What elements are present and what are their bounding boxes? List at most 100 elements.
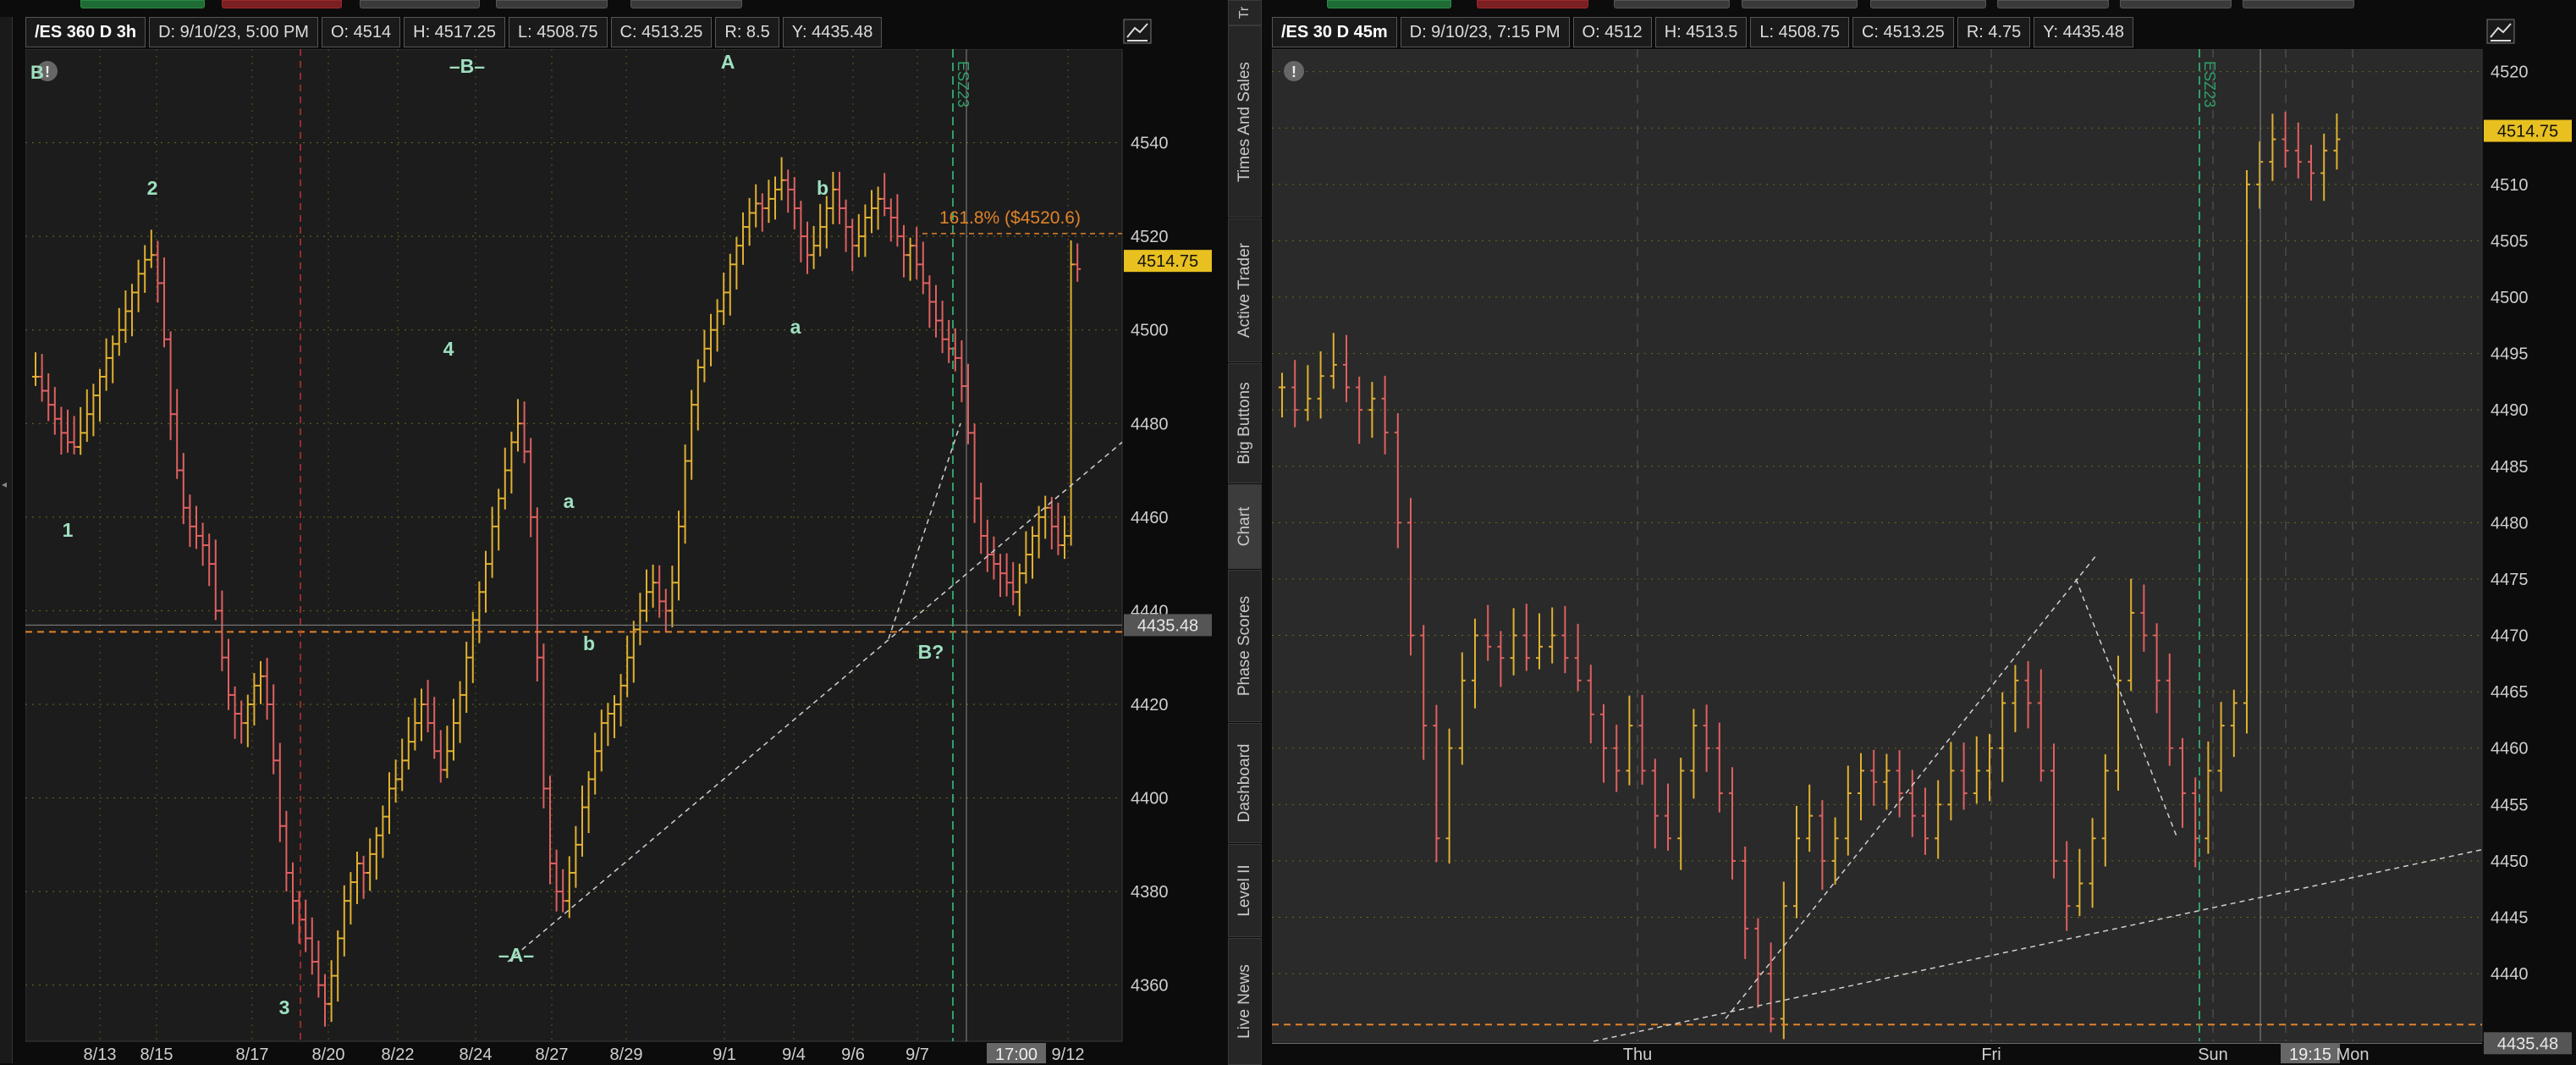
- y-tick-label: 4500: [2491, 289, 2529, 307]
- open-readout: O: 4514: [321, 17, 401, 47]
- toolbar-button[interactable]: [1870, 0, 1986, 8]
- x-tick-label: Mon: [2337, 1046, 2370, 1063]
- tab-label: Dashboard: [1236, 743, 1253, 823]
- toolbar-button[interactable]: [360, 0, 480, 8]
- tab-dashboard[interactable]: Dashboard: [1228, 723, 1262, 843]
- y-tick-label: 4495: [2491, 345, 2529, 364]
- x-tick-label: 9/7: [905, 1046, 929, 1063]
- tab-label: Active Trader: [1236, 243, 1253, 338]
- x-tick-label: 8/20: [312, 1046, 345, 1063]
- tab-live-news[interactable]: Live News: [1228, 938, 1262, 1065]
- x-tick-label: 9/12: [1052, 1046, 1085, 1063]
- x-tick-label: 8/24: [460, 1046, 493, 1063]
- plot-area: [1272, 49, 2483, 1042]
- tab-label: Chart: [1236, 506, 1253, 547]
- y-tick-label: 4520: [2491, 63, 2529, 82]
- wave-label: b: [583, 632, 595, 654]
- y-tick-label: 4460: [1131, 509, 1169, 527]
- sell-button[interactable]: [222, 0, 342, 8]
- sell-button[interactable]: [1477, 0, 1588, 8]
- y-tick-label: 4520: [1131, 228, 1169, 246]
- toolbar-button[interactable]: [1614, 0, 1730, 8]
- buy-button[interactable]: [80, 0, 205, 8]
- y-tick-label: 4480: [1131, 415, 1169, 433]
- wave-label: 4: [443, 338, 454, 360]
- drawing-tools-icon[interactable]: [2486, 19, 2515, 44]
- workspace: ◂ Tr Times And Sales Active Trader Big B…: [0, 0, 2576, 1065]
- wave-label: 2: [147, 177, 158, 199]
- toolbar-button[interactable]: [1997, 0, 2109, 8]
- tab-big-buttons[interactable]: Big Buttons: [1228, 363, 1262, 483]
- y-tick-label: 4490: [2491, 401, 2529, 420]
- tab-label: Live News: [1236, 964, 1253, 1039]
- drawing-tools-icon[interactable]: [1123, 19, 1152, 44]
- tab-times-and-sales[interactable]: Times And Sales: [1228, 25, 1262, 218]
- y-tick-label: 4505: [2491, 232, 2529, 251]
- symbol-selector[interactable]: /ES 30 D 45m: [1272, 17, 1397, 47]
- buy-button[interactable]: [1327, 0, 1451, 8]
- tab-label: Big Buttons: [1236, 382, 1253, 465]
- contract-label: ESZ23: [2201, 61, 2218, 108]
- x-tick-label: 9/4: [782, 1046, 806, 1063]
- tab-chart[interactable]: Chart: [1228, 484, 1262, 569]
- left-price-chart[interactable]: ESZ23! 161.8% ($4520.6) B 1 2 3 4 a b –A– –B– Ab a B?…: [25, 49, 1219, 1063]
- last-price-label: 4514.75: [1137, 252, 1198, 271]
- tab-phase-scores[interactable]: Phase Scores: [1228, 570, 1262, 722]
- low-readout: L: 4508.75: [1750, 17, 1849, 47]
- alert-glyph: !: [45, 63, 50, 80]
- close-readout: C: 4513.25: [610, 17, 713, 47]
- right-price-chart[interactable]: ESZ23! 4440 4445 4450 4455 4460 4465 4470 4475 4…: [1272, 49, 2576, 1063]
- alert-icon[interactable]: !: [1284, 61, 1304, 81]
- x-tick-label: 17:00: [995, 1046, 1038, 1063]
- tab-trade[interactable]: Tr: [1228, 0, 1262, 25]
- low-readout: L: 4508.75: [508, 17, 608, 47]
- y-tick-label: 4460: [2491, 740, 2529, 759]
- wave-label: B?: [918, 641, 944, 663]
- left-panel-collapse[interactable]: ◂: [0, 17, 13, 1063]
- y-tick-label: 4450: [2491, 853, 2529, 871]
- wave-label: a: [790, 316, 801, 338]
- fib-level-label: 161.8% ($4520.6): [939, 208, 1081, 228]
- toolbar-button[interactable]: [2120, 0, 2232, 8]
- tab-level-ii[interactable]: Level II: [1228, 844, 1262, 937]
- symbol-selector[interactable]: /ES 360 D 3h: [25, 17, 146, 47]
- x-tick-label: Sun: [2198, 1046, 2228, 1063]
- last-price-label: 4514.75: [2497, 123, 2558, 141]
- toolbar-button[interactable]: [1742, 0, 1858, 8]
- range-readout: R: 4.75: [1957, 17, 2031, 47]
- y-tick-label: 4510: [2491, 176, 2529, 195]
- y-readout: Y: 4435.48: [2034, 17, 2133, 47]
- y-tick-label: 4475: [2491, 571, 2529, 589]
- y-tick-label: 4445: [2491, 909, 2529, 928]
- wave-label: –A–: [498, 944, 534, 966]
- right-chart-header: /ES 30 D 45m D: 9/10/23, 7:15 PM O: 4512…: [1272, 15, 2137, 49]
- x-tick-label: 8/27: [536, 1046, 569, 1063]
- tab-active-trader[interactable]: Active Trader: [1228, 218, 1262, 362]
- y-readout: Y: 4435.48: [782, 17, 883, 47]
- toolbar-button[interactable]: [496, 0, 608, 8]
- y-tick-label: 4465: [2491, 683, 2529, 702]
- wave-label: a: [564, 490, 575, 512]
- wave-mark: B: [30, 62, 44, 83]
- y-tick-label: 4380: [1131, 883, 1169, 902]
- x-tick-label: 9/1: [713, 1046, 736, 1063]
- y-tick-label: 4400: [1131, 790, 1169, 808]
- open-readout: O: 4512: [1572, 17, 1652, 47]
- x-tick-label: Fri: [1981, 1046, 2001, 1063]
- close-readout: C: 4513.25: [1852, 17, 1954, 47]
- date-readout: D: 9/10/23, 7:15 PM: [1400, 17, 1570, 47]
- contract-label: ESZ23: [955, 61, 972, 108]
- high-readout: H: 4517.25: [404, 17, 505, 47]
- x-tick-label: 19:15: [2289, 1046, 2331, 1063]
- x-tick-label: 8/22: [382, 1046, 415, 1063]
- left-chart-header: /ES 360 D 3h D: 9/10/23, 5:00 PM O: 4514…: [25, 15, 885, 49]
- x-tick-label: 9/6: [841, 1046, 865, 1063]
- wave-label: 3: [279, 996, 290, 1018]
- collapse-arrow-icon: ◂: [2, 478, 8, 490]
- toolbar-button[interactable]: [630, 0, 742, 8]
- toolbar-button[interactable]: [2243, 0, 2354, 8]
- y-tick-label: 4440: [2491, 965, 2529, 984]
- wave-label: 1: [63, 519, 74, 541]
- x-tick-label: 8/13: [84, 1046, 117, 1063]
- y-cursor-label: 4435.48: [1137, 616, 1198, 635]
